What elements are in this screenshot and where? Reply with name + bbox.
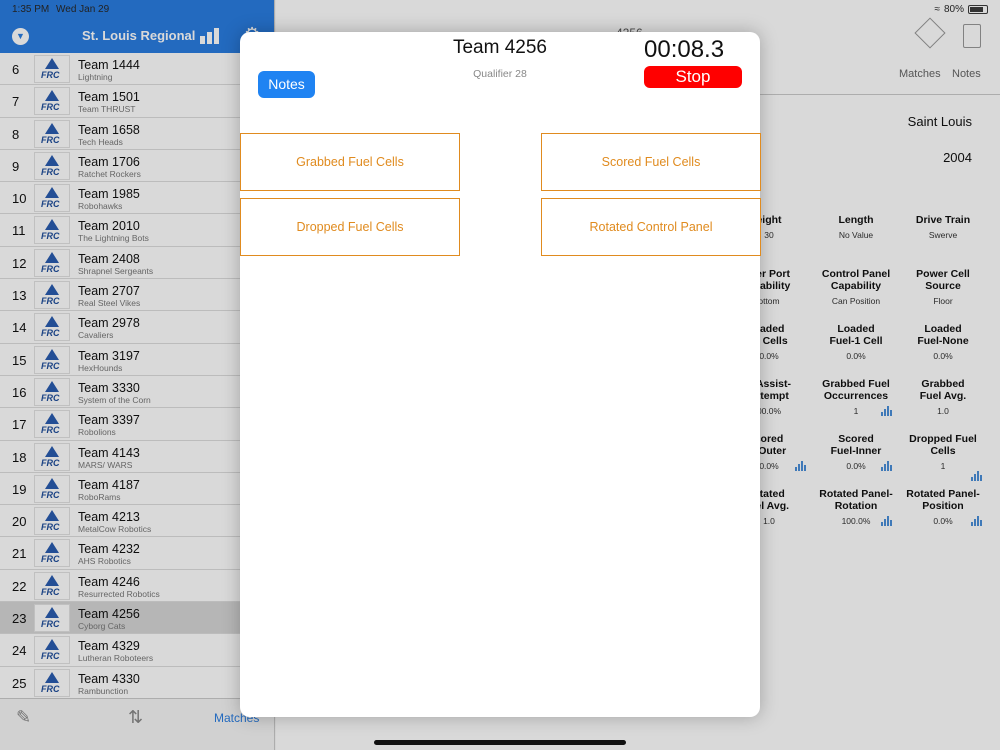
battery-percent: 80% — [943, 4, 964, 15]
scored-fuel-cells-button[interactable]: Scored Fuel Cells — [541, 133, 761, 191]
scouting-modal: Team 4256 Qualifier 28 00:08.3 Stop Note… — [240, 32, 761, 717]
status-date: Wed Jan 29 — [56, 4, 110, 15]
home-indicator[interactable] — [374, 740, 626, 745]
status-time: 1:35 PM — [12, 4, 50, 15]
battery-icon — [968, 5, 988, 14]
rotated-control-panel-button[interactable]: Rotated Control Panel — [541, 198, 761, 256]
dropped-fuel-cells-button[interactable]: Dropped Fuel Cells — [240, 198, 460, 256]
wifi-icon: ≈ — [934, 4, 940, 15]
stop-button[interactable]: Stop — [644, 66, 742, 88]
grabbed-fuel-cells-button[interactable]: Grabbed Fuel Cells — [240, 133, 460, 191]
status-right: ≈ 80% — [934, 4, 988, 15]
notes-button[interactable]: Notes — [258, 71, 315, 98]
status-bar: 1:35 PM Wed Jan 29 ≈ 80% — [0, 0, 1000, 18]
match-timer: 00:08.3 — [644, 36, 725, 63]
